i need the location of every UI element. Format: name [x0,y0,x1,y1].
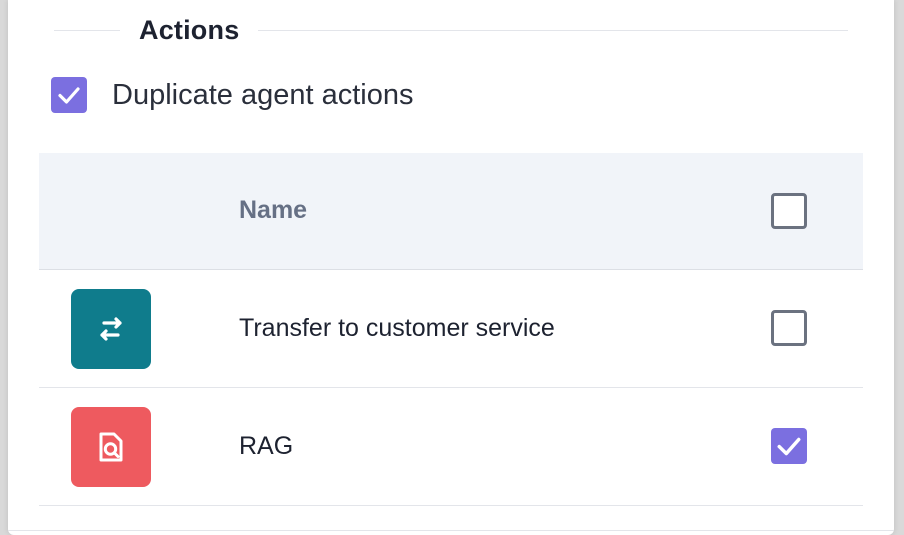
row-checkbox[interactable] [771,428,807,464]
divider [54,29,120,31]
divider [8,530,894,531]
actions-table: Name Transfer to customer service RAG [39,153,863,506]
column-header-name: Name [239,196,308,224]
select-all-checkbox[interactable] [771,193,807,229]
divider [258,29,848,31]
section-title: Actions [139,14,240,45]
action-name: Transfer to customer service [239,314,555,342]
checkmark-icon [777,437,801,456]
action-name: RAG [239,432,294,460]
actions-panel: Actions Duplicate agent actions Name Tra… [8,0,894,535]
row-checkbox[interactable] [771,310,807,346]
transfer-arrows-icon [71,289,151,369]
table-header: Name [39,153,863,270]
table-row: Transfer to customer service [39,270,863,388]
checkmark-icon [58,87,80,104]
duplicate-agent-actions-checkbox[interactable] [51,77,87,113]
duplicate-agent-actions-label: Duplicate agent actions [112,78,414,111]
document-search-icon [71,407,151,487]
table-row: RAG [39,388,863,506]
section-header: Actions [54,10,848,50]
duplicate-agent-actions-option[interactable]: Duplicate agent actions [51,77,413,113]
